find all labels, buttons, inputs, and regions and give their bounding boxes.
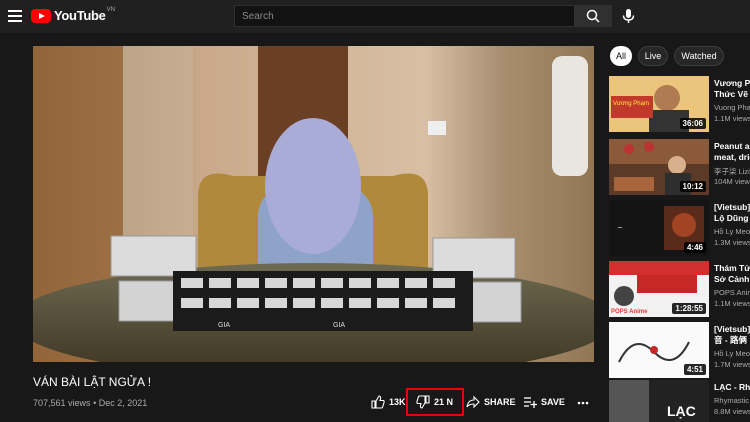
search-input[interactable]: Search <box>234 5 575 27</box>
search-placeholder: Search <box>242 11 274 22</box>
channel-name[interactable]: Rhymastic <box>714 396 749 405</box>
top-bar: YouTube VN Search <box>0 0 750 33</box>
chip-live[interactable]: Live <box>638 46 668 66</box>
thumb-text: POPS Anime <box>611 309 648 315</box>
youtube-play-icon <box>31 8 51 23</box>
recommendation-title[interactable]: Vương PhThức Vẽ C <box>714 78 750 100</box>
recommendation-thumbnail[interactable]: 10:12 <box>609 139 709 195</box>
view-count: 1.7M views <box>714 360 750 369</box>
video-player[interactable]: GIA GIA <box>33 46 594 362</box>
recommendation-item[interactable]: LẠC LẠC - Rhy Rhymastic 8.8M views <box>609 380 750 422</box>
thumbs-down-icon <box>416 395 430 409</box>
thumb-text: Vương Phạm <box>613 101 649 107</box>
filter-chips: All Live Watched <box>610 46 730 66</box>
share-icon <box>466 395 480 409</box>
video-meta: 707,561 views • Dec 2, 2021 <box>33 398 148 408</box>
mic-icon[interactable] <box>619 7 637 25</box>
channel-name[interactable]: 李子柒 Lizi <box>714 166 750 177</box>
save-button[interactable]: SAVE <box>523 392 565 412</box>
video-title: VÁN BÀI LẬT NGỬA ! <box>33 375 152 389</box>
view-count: 104M views <box>714 177 750 186</box>
view-count: 1.1M views <box>714 299 750 308</box>
recommendation-item[interactable]: Vương Phạm 36:06 Vương PhThức Vẽ C Vuong… <box>609 76 750 132</box>
recommendation-title[interactable]: Thám TửSở Cảnh S <box>714 263 750 285</box>
save-label: SAVE <box>541 397 565 407</box>
chip-all[interactable]: All <box>610 46 632 66</box>
video-duration: 4:46 <box>683 242 706 253</box>
chip-watched[interactable]: Watched <box>674 46 724 66</box>
dislike-count: 21 N <box>434 397 454 407</box>
view-count: 1.3M views <box>714 238 750 247</box>
recommendation-item[interactable]: ~ 4:46 [Vietsub] Lộ Dũng | Hồ Ly Meo 1.3M… <box>609 200 750 256</box>
video-frame: GIA GIA <box>33 46 594 362</box>
channel-name[interactable]: Hồ Ly Meo <box>714 349 750 358</box>
like-count: 13K <box>389 397 406 407</box>
recommendation-thumbnail[interactable]: Vương Phạm 36:06 <box>609 76 709 132</box>
thumb-text: LẠC <box>667 403 696 419</box>
search-icon <box>586 9 600 23</box>
video-duration: 1:28:55 <box>672 303 706 314</box>
recommendation-thumbnail[interactable]: LẠC <box>609 380 709 422</box>
view-count: 707,561 views <box>33 398 91 408</box>
channel-name[interactable]: Hồ Ly Meo <box>714 227 750 236</box>
share-label: SHARE <box>484 397 516 407</box>
gia-label-right: GIA <box>333 322 345 329</box>
more-icon <box>577 401 589 405</box>
logo-text: YouTube <box>54 8 106 23</box>
channel-name[interactable]: POPS Anim <box>714 288 750 297</box>
recommendation-title[interactable]: LẠC - Rhy <box>714 382 750 393</box>
search-button[interactable] <box>575 5 612 27</box>
menu-icon[interactable] <box>8 10 22 22</box>
video-duration: 10:12 <box>679 181 706 192</box>
publish-date: Dec 2, 2021 <box>98 398 148 408</box>
share-button[interactable]: SHARE <box>466 392 516 412</box>
thumbs-up-icon <box>371 395 385 409</box>
video-duration: 36:06 <box>679 118 706 129</box>
recommendation-thumbnail[interactable]: 4:51 <box>609 322 709 378</box>
dislike-button[interactable]: 21 N <box>416 392 453 412</box>
gia-label-left: GIA <box>218 322 230 329</box>
view-count: 8.8M views <box>714 407 750 416</box>
recommendation-thumbnail[interactable]: ~ 4:46 <box>609 200 709 256</box>
like-button[interactable]: 13K <box>371 392 406 412</box>
recommendation-thumbnail[interactable]: POPS Anime 1:28:55 <box>609 261 709 317</box>
add-to-playlist-icon <box>524 397 537 408</box>
view-count: 1.1M views <box>714 114 750 123</box>
svg-text:~: ~ <box>617 224 623 232</box>
video-duration: 4:51 <box>683 364 706 375</box>
youtube-logo[interactable]: YouTube VN <box>31 6 115 23</box>
country-code: VN <box>106 6 115 13</box>
recommendation-title[interactable]: [Vietsub] Lộ Dũng | <box>714 202 750 224</box>
recommendation-title[interactable]: Peanut armeat, drie <box>714 141 750 163</box>
recommendation-title[interactable]: [Vietsub] 音 - 路俩 <box>714 324 750 346</box>
recommendation-item[interactable]: POPS Anime 1:28:55 Thám TửSở Cảnh S POPS… <box>609 261 750 317</box>
channel-name[interactable]: Vuong Pha <box>714 103 750 112</box>
recommendation-item[interactable]: 10:12 Peanut armeat, drie 李子柒 Lizi 104M … <box>609 139 750 195</box>
recommendation-item[interactable]: 4:51 [Vietsub] 音 - 路俩 Hồ Ly Meo 1.7M view… <box>609 322 750 378</box>
more-actions-button[interactable] <box>577 392 593 412</box>
